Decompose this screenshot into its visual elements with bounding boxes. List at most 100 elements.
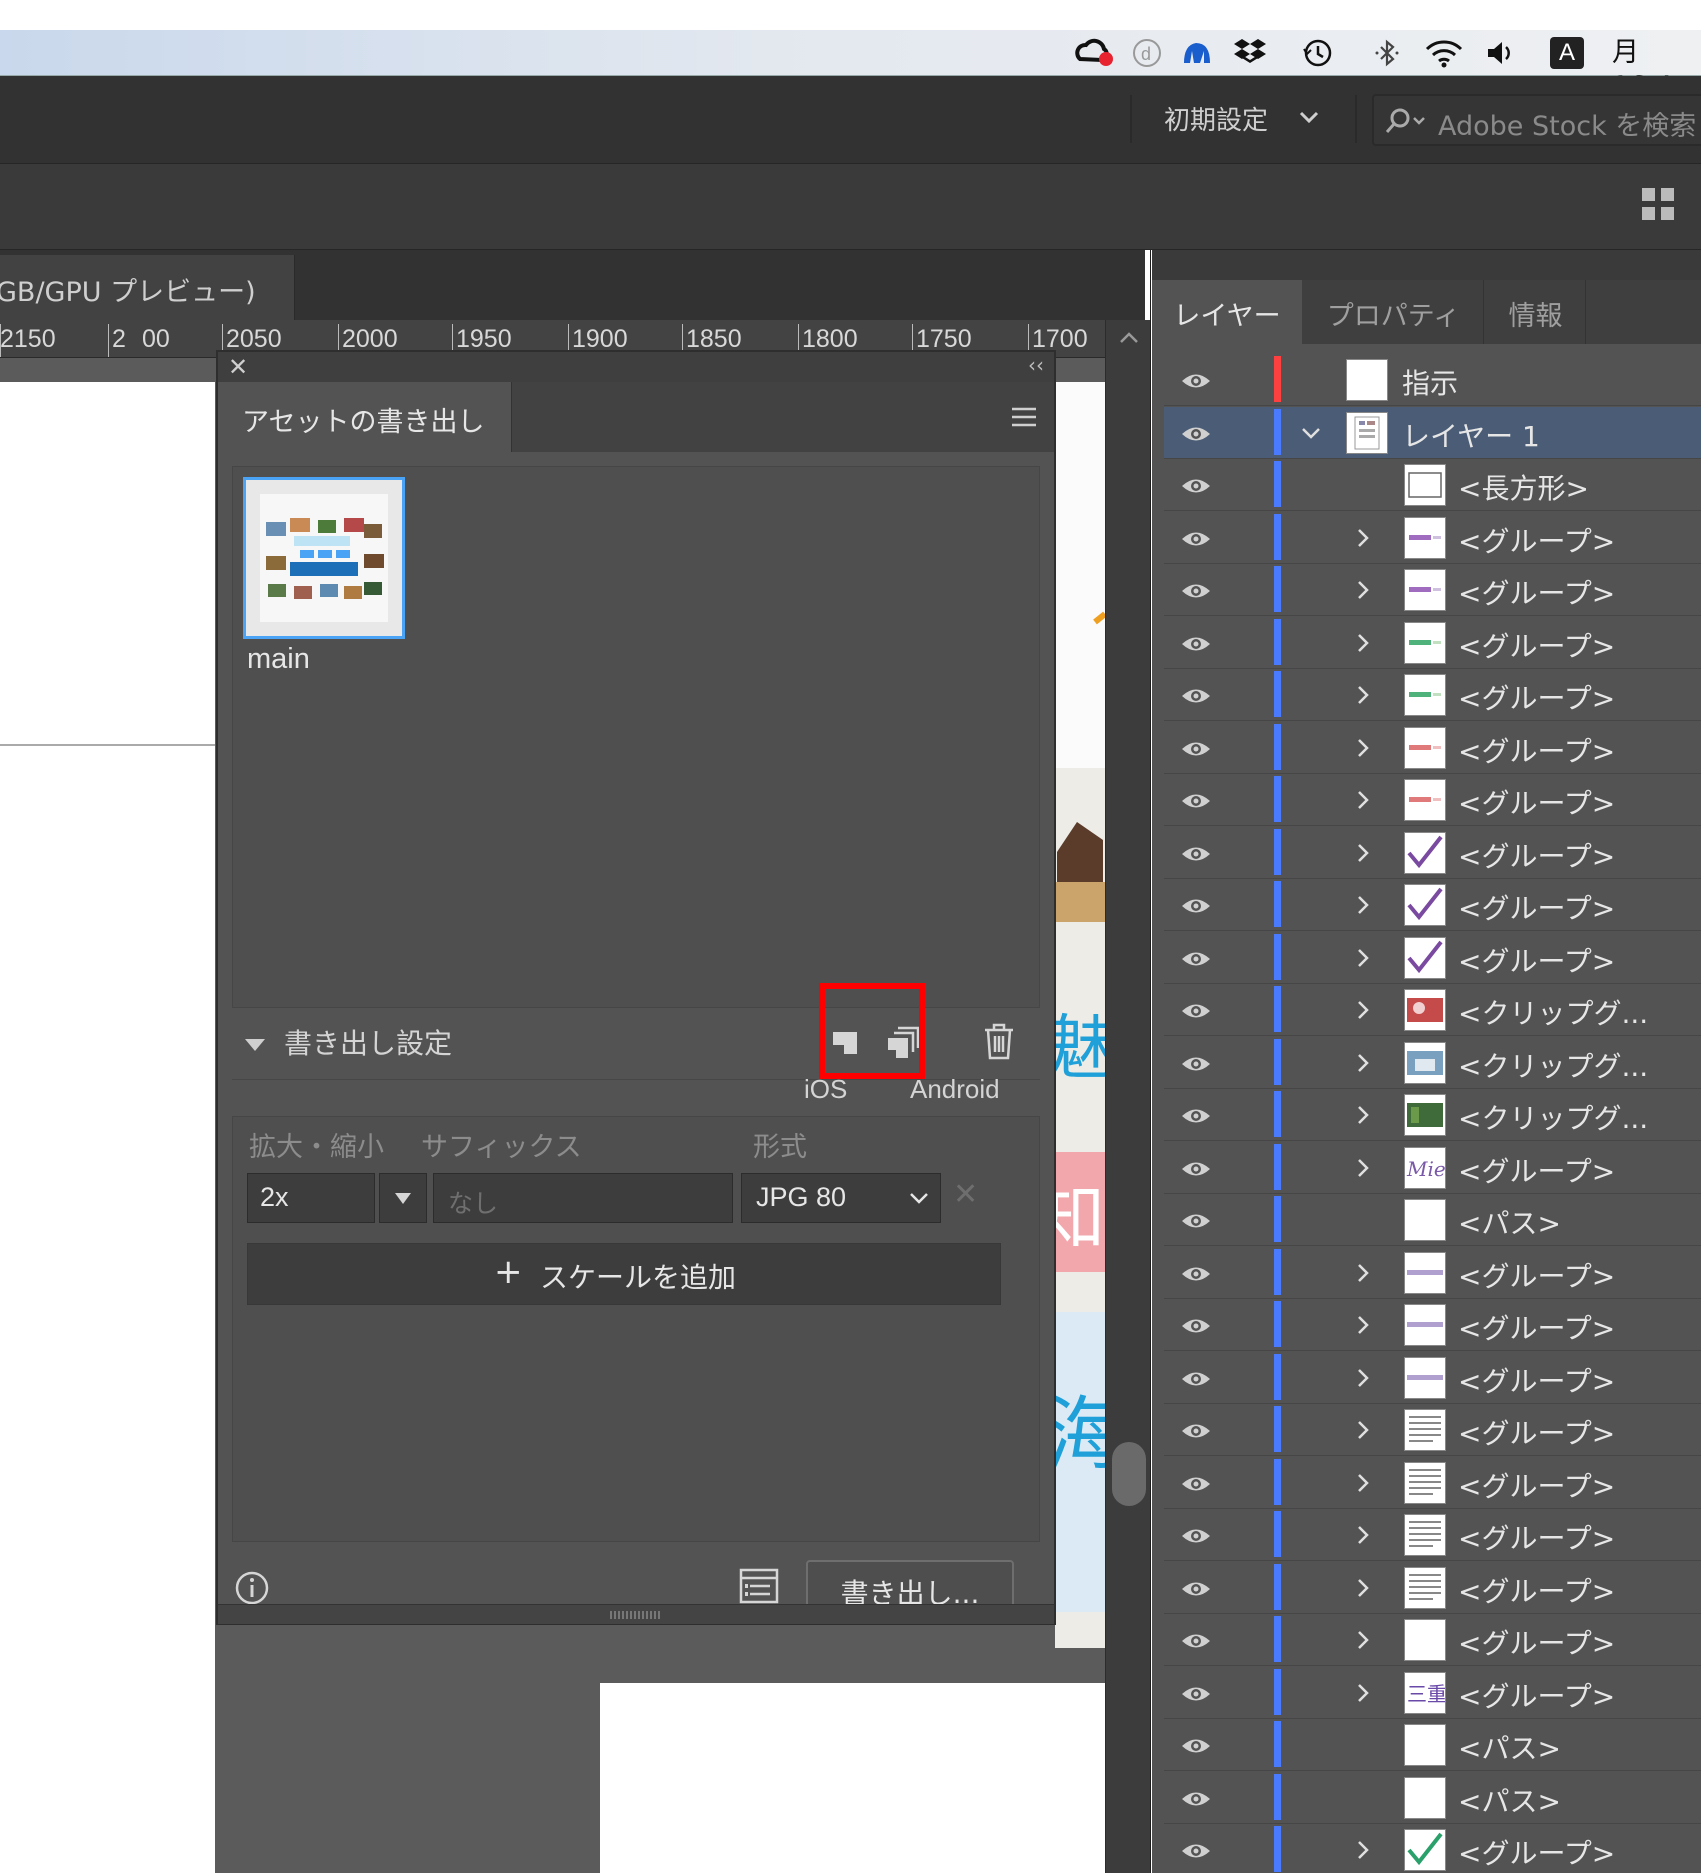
time-machine-icon[interactable] bbox=[1300, 37, 1334, 69]
tab-properties[interactable]: プロパティ bbox=[1304, 280, 1484, 344]
eye-icon[interactable] bbox=[1180, 1578, 1212, 1600]
add-scale-button[interactable]: + スケールを追加 bbox=[247, 1243, 1001, 1305]
eye-icon[interactable] bbox=[1180, 1105, 1212, 1127]
chevron-right-icon[interactable] bbox=[1352, 1156, 1374, 1180]
chevron-right-icon[interactable] bbox=[1352, 946, 1374, 970]
eye-icon[interactable] bbox=[1180, 1840, 1212, 1862]
layer-row[interactable]: <パス> bbox=[1164, 1772, 1701, 1824]
layer-row[interactable]: <グループ> bbox=[1164, 932, 1701, 984]
layer-row[interactable]: <グループ> bbox=[1164, 879, 1701, 931]
chevron-right-icon[interactable] bbox=[1352, 1628, 1374, 1652]
layer-name[interactable]: <グループ> bbox=[1458, 1622, 1615, 1662]
chevron-right-icon[interactable] bbox=[1352, 526, 1374, 550]
chevron-right-icon[interactable] bbox=[1352, 1418, 1374, 1442]
chevron-right-icon[interactable] bbox=[1352, 1681, 1374, 1705]
layer-name[interactable]: レイヤー 1 bbox=[1402, 415, 1540, 455]
layer-name[interactable]: <クリップグ... bbox=[1458, 1097, 1648, 1137]
eye-icon[interactable] bbox=[1180, 1210, 1212, 1232]
layer-row[interactable]: <グループ> bbox=[1164, 512, 1701, 564]
layer-row[interactable]: 指示 bbox=[1164, 354, 1701, 406]
layer-name[interactable]: <長方形> bbox=[1458, 467, 1589, 507]
layer-row[interactable]: <グループ> bbox=[1164, 827, 1701, 879]
layer-name[interactable]: <グループ> bbox=[1458, 1570, 1615, 1610]
layer-row[interactable]: <グループ> bbox=[1164, 1509, 1701, 1561]
stock-search-input[interactable]: Adobe Stock を検索 bbox=[1372, 94, 1701, 146]
eye-icon[interactable] bbox=[1180, 633, 1212, 655]
eye-icon[interactable] bbox=[1180, 948, 1212, 970]
remove-scale-icon[interactable]: ✕ bbox=[953, 1177, 978, 1213]
layer-name[interactable]: <グループ> bbox=[1458, 1255, 1615, 1295]
evernote-icon[interactable] bbox=[1180, 37, 1214, 69]
chevron-right-icon[interactable] bbox=[1352, 893, 1374, 917]
eye-icon[interactable] bbox=[1180, 370, 1212, 392]
chevron-down-icon[interactable] bbox=[1296, 104, 1322, 130]
layer-row[interactable]: <グループ> bbox=[1164, 722, 1701, 774]
chevron-right-icon[interactable] bbox=[1352, 1471, 1374, 1495]
layer-name[interactable]: <グループ> bbox=[1458, 625, 1615, 665]
chevron-right-icon[interactable] bbox=[1352, 1103, 1374, 1127]
layer-row[interactable]: <クリップグ... bbox=[1164, 1089, 1701, 1141]
collapse-icon[interactable]: ‹‹ bbox=[1028, 352, 1044, 378]
layer-row[interactable]: <パス> bbox=[1164, 1719, 1701, 1771]
chevron-right-icon[interactable] bbox=[1352, 1838, 1374, 1862]
layer-row[interactable]: <グループ> bbox=[1164, 1247, 1701, 1299]
layer-row[interactable]: <グループ> bbox=[1164, 1824, 1701, 1873]
eye-icon[interactable] bbox=[1180, 1788, 1212, 1810]
eye-icon[interactable] bbox=[1180, 790, 1212, 812]
workspace-switcher[interactable]: 初期設定 bbox=[1164, 100, 1268, 137]
layer-row[interactable]: <パス> bbox=[1164, 1194, 1701, 1246]
layer-row[interactable]: <長方形> bbox=[1164, 459, 1701, 511]
chevron-right-icon[interactable] bbox=[1352, 736, 1374, 760]
layer-name[interactable]: <グループ> bbox=[1458, 1675, 1615, 1715]
format-select[interactable]: JPG 80 bbox=[741, 1173, 941, 1223]
eye-icon[interactable] bbox=[1180, 1053, 1212, 1075]
eye-icon[interactable] bbox=[1180, 1315, 1212, 1337]
eye-icon[interactable] bbox=[1180, 1683, 1212, 1705]
layer-name[interactable]: <クリップグ... bbox=[1458, 1045, 1648, 1085]
chevron-right-icon[interactable] bbox=[1352, 841, 1374, 865]
d-icon[interactable]: d bbox=[1130, 37, 1164, 69]
suffix-input[interactable]: なし bbox=[433, 1173, 733, 1223]
layer-row[interactable]: <グループ> bbox=[1164, 1299, 1701, 1351]
chevron-right-icon[interactable] bbox=[1352, 1313, 1374, 1337]
eye-icon[interactable] bbox=[1180, 1630, 1212, 1652]
tab-asset-export[interactable]: アセットの書き出し bbox=[218, 382, 512, 452]
eye-icon[interactable] bbox=[1180, 1420, 1212, 1442]
layer-name[interactable]: <グループ> bbox=[1458, 1517, 1615, 1557]
layer-row[interactable]: 三重 <グループ> bbox=[1164, 1667, 1701, 1719]
layer-name[interactable]: 指示 bbox=[1402, 362, 1458, 402]
layer-name[interactable]: <グループ> bbox=[1458, 1150, 1615, 1190]
panel-arrange-icon[interactable] bbox=[1640, 186, 1676, 222]
layer-name[interactable]: <グループ> bbox=[1458, 940, 1615, 980]
chevron-right-icon[interactable] bbox=[1352, 1051, 1374, 1075]
layer-row[interactable]: <グループ> bbox=[1164, 669, 1701, 721]
close-icon[interactable]: ✕ bbox=[228, 354, 248, 380]
scale-input[interactable]: 2x bbox=[247, 1173, 375, 1223]
layer-name[interactable]: <グループ> bbox=[1458, 782, 1615, 822]
panel-resize-grip[interactable] bbox=[218, 1604, 1054, 1624]
layer-row[interactable]: <グループ> bbox=[1164, 774, 1701, 826]
chevron-right-icon[interactable] bbox=[1352, 1261, 1374, 1285]
layer-name[interactable]: <グループ> bbox=[1458, 730, 1615, 770]
chevron-right-icon[interactable] bbox=[1352, 1366, 1374, 1390]
layer-row[interactable]: <グループ> bbox=[1164, 1562, 1701, 1614]
chevron-down-icon[interactable] bbox=[1300, 421, 1322, 445]
creative-cloud-icon[interactable] bbox=[1072, 37, 1113, 69]
layer-row[interactable]: <グループ> bbox=[1164, 564, 1701, 616]
layer-name[interactable]: <グループ> bbox=[1458, 1465, 1615, 1505]
eye-icon[interactable] bbox=[1180, 580, 1212, 602]
layer-row[interactable]: <クリップグ... bbox=[1164, 1037, 1701, 1089]
eye-icon[interactable] bbox=[1180, 1000, 1212, 1022]
info-icon[interactable] bbox=[234, 1570, 270, 1606]
eye-icon[interactable] bbox=[1180, 1263, 1212, 1285]
layer-name[interactable]: <パス> bbox=[1458, 1202, 1561, 1242]
tab-info[interactable]: 情報 bbox=[1486, 280, 1586, 344]
export-settings-icon[interactable] bbox=[738, 1566, 780, 1606]
scroll-thumb[interactable] bbox=[1112, 1442, 1146, 1506]
asset-name[interactable]: main bbox=[247, 643, 310, 676]
layer-row[interactable]: <グループ> bbox=[1164, 1614, 1701, 1666]
eye-icon[interactable] bbox=[1180, 1158, 1212, 1180]
layer-name[interactable]: <グループ> bbox=[1458, 572, 1615, 612]
eye-icon[interactable] bbox=[1180, 895, 1212, 917]
panel-titlebar[interactable]: ✕ ‹‹ bbox=[218, 352, 1054, 382]
